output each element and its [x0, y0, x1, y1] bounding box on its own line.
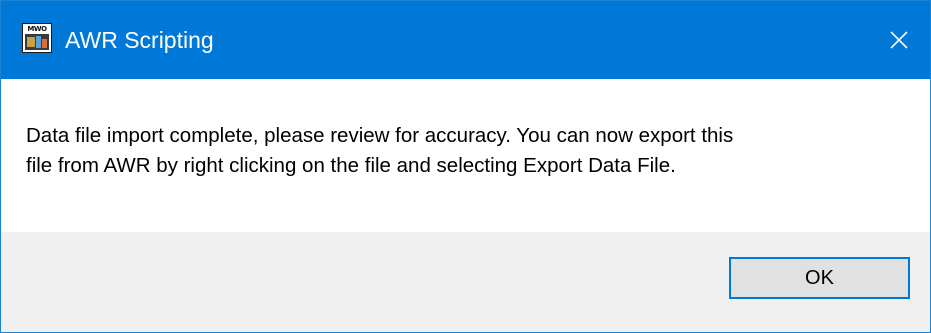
- app-icon[interactable]: MWO: [22, 23, 52, 53]
- button-bar: OK: [1, 232, 930, 332]
- app-icon-label: MWO: [23, 24, 51, 34]
- close-icon: [890, 31, 908, 49]
- dialog-window: MWO AWR Scripting Data file import compl…: [0, 0, 931, 333]
- window-title: AWR Scripting: [65, 27, 214, 53]
- title-bar[interactable]: MWO AWR Scripting: [1, 1, 930, 79]
- close-button[interactable]: [868, 1, 930, 79]
- message-text: Data file import complete, please review…: [26, 124, 734, 177]
- ok-button[interactable]: OK: [729, 257, 910, 299]
- message-area: Data file import complete, please review…: [1, 79, 930, 232]
- app-icon-graphic: [25, 34, 49, 50]
